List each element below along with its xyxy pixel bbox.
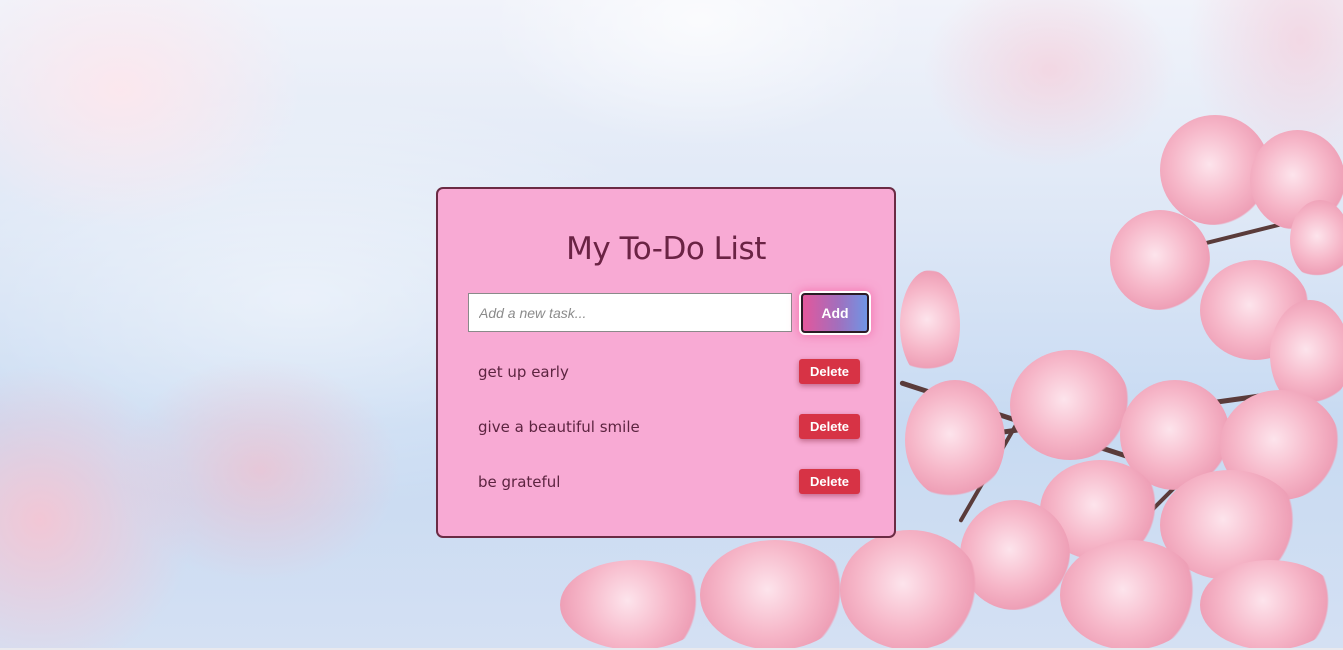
- delete-button[interactable]: Delete: [799, 359, 860, 384]
- task-text: get up early: [478, 363, 569, 381]
- blossom: [1110, 210, 1210, 310]
- blossom: [900, 270, 960, 380]
- task-text: give a beautiful smile: [478, 418, 640, 436]
- list-item: give a beautiful smile Delete: [478, 412, 860, 467]
- add-task-button[interactable]: Add: [801, 293, 869, 333]
- blossom: [1010, 350, 1130, 460]
- list-item: get up early Delete: [478, 357, 860, 412]
- delete-button[interactable]: Delete: [799, 414, 860, 439]
- list-item: be grateful Delete: [478, 467, 860, 522]
- todo-card: My To-Do List Add get up early Delete gi…: [436, 187, 896, 538]
- blossom: [700, 540, 850, 650]
- blossom: [905, 380, 1005, 500]
- blossom: [1200, 560, 1340, 650]
- blossom: [1290, 200, 1343, 280]
- page-title: My To-Do List: [566, 231, 766, 267]
- task-text: be grateful: [478, 473, 561, 491]
- blossom: [840, 530, 980, 650]
- new-task-input[interactable]: [468, 293, 792, 332]
- delete-button[interactable]: Delete: [799, 469, 860, 494]
- task-list: get up early Delete give a beautiful smi…: [478, 357, 860, 522]
- blossom: [560, 560, 710, 650]
- blossom: [1060, 540, 1200, 650]
